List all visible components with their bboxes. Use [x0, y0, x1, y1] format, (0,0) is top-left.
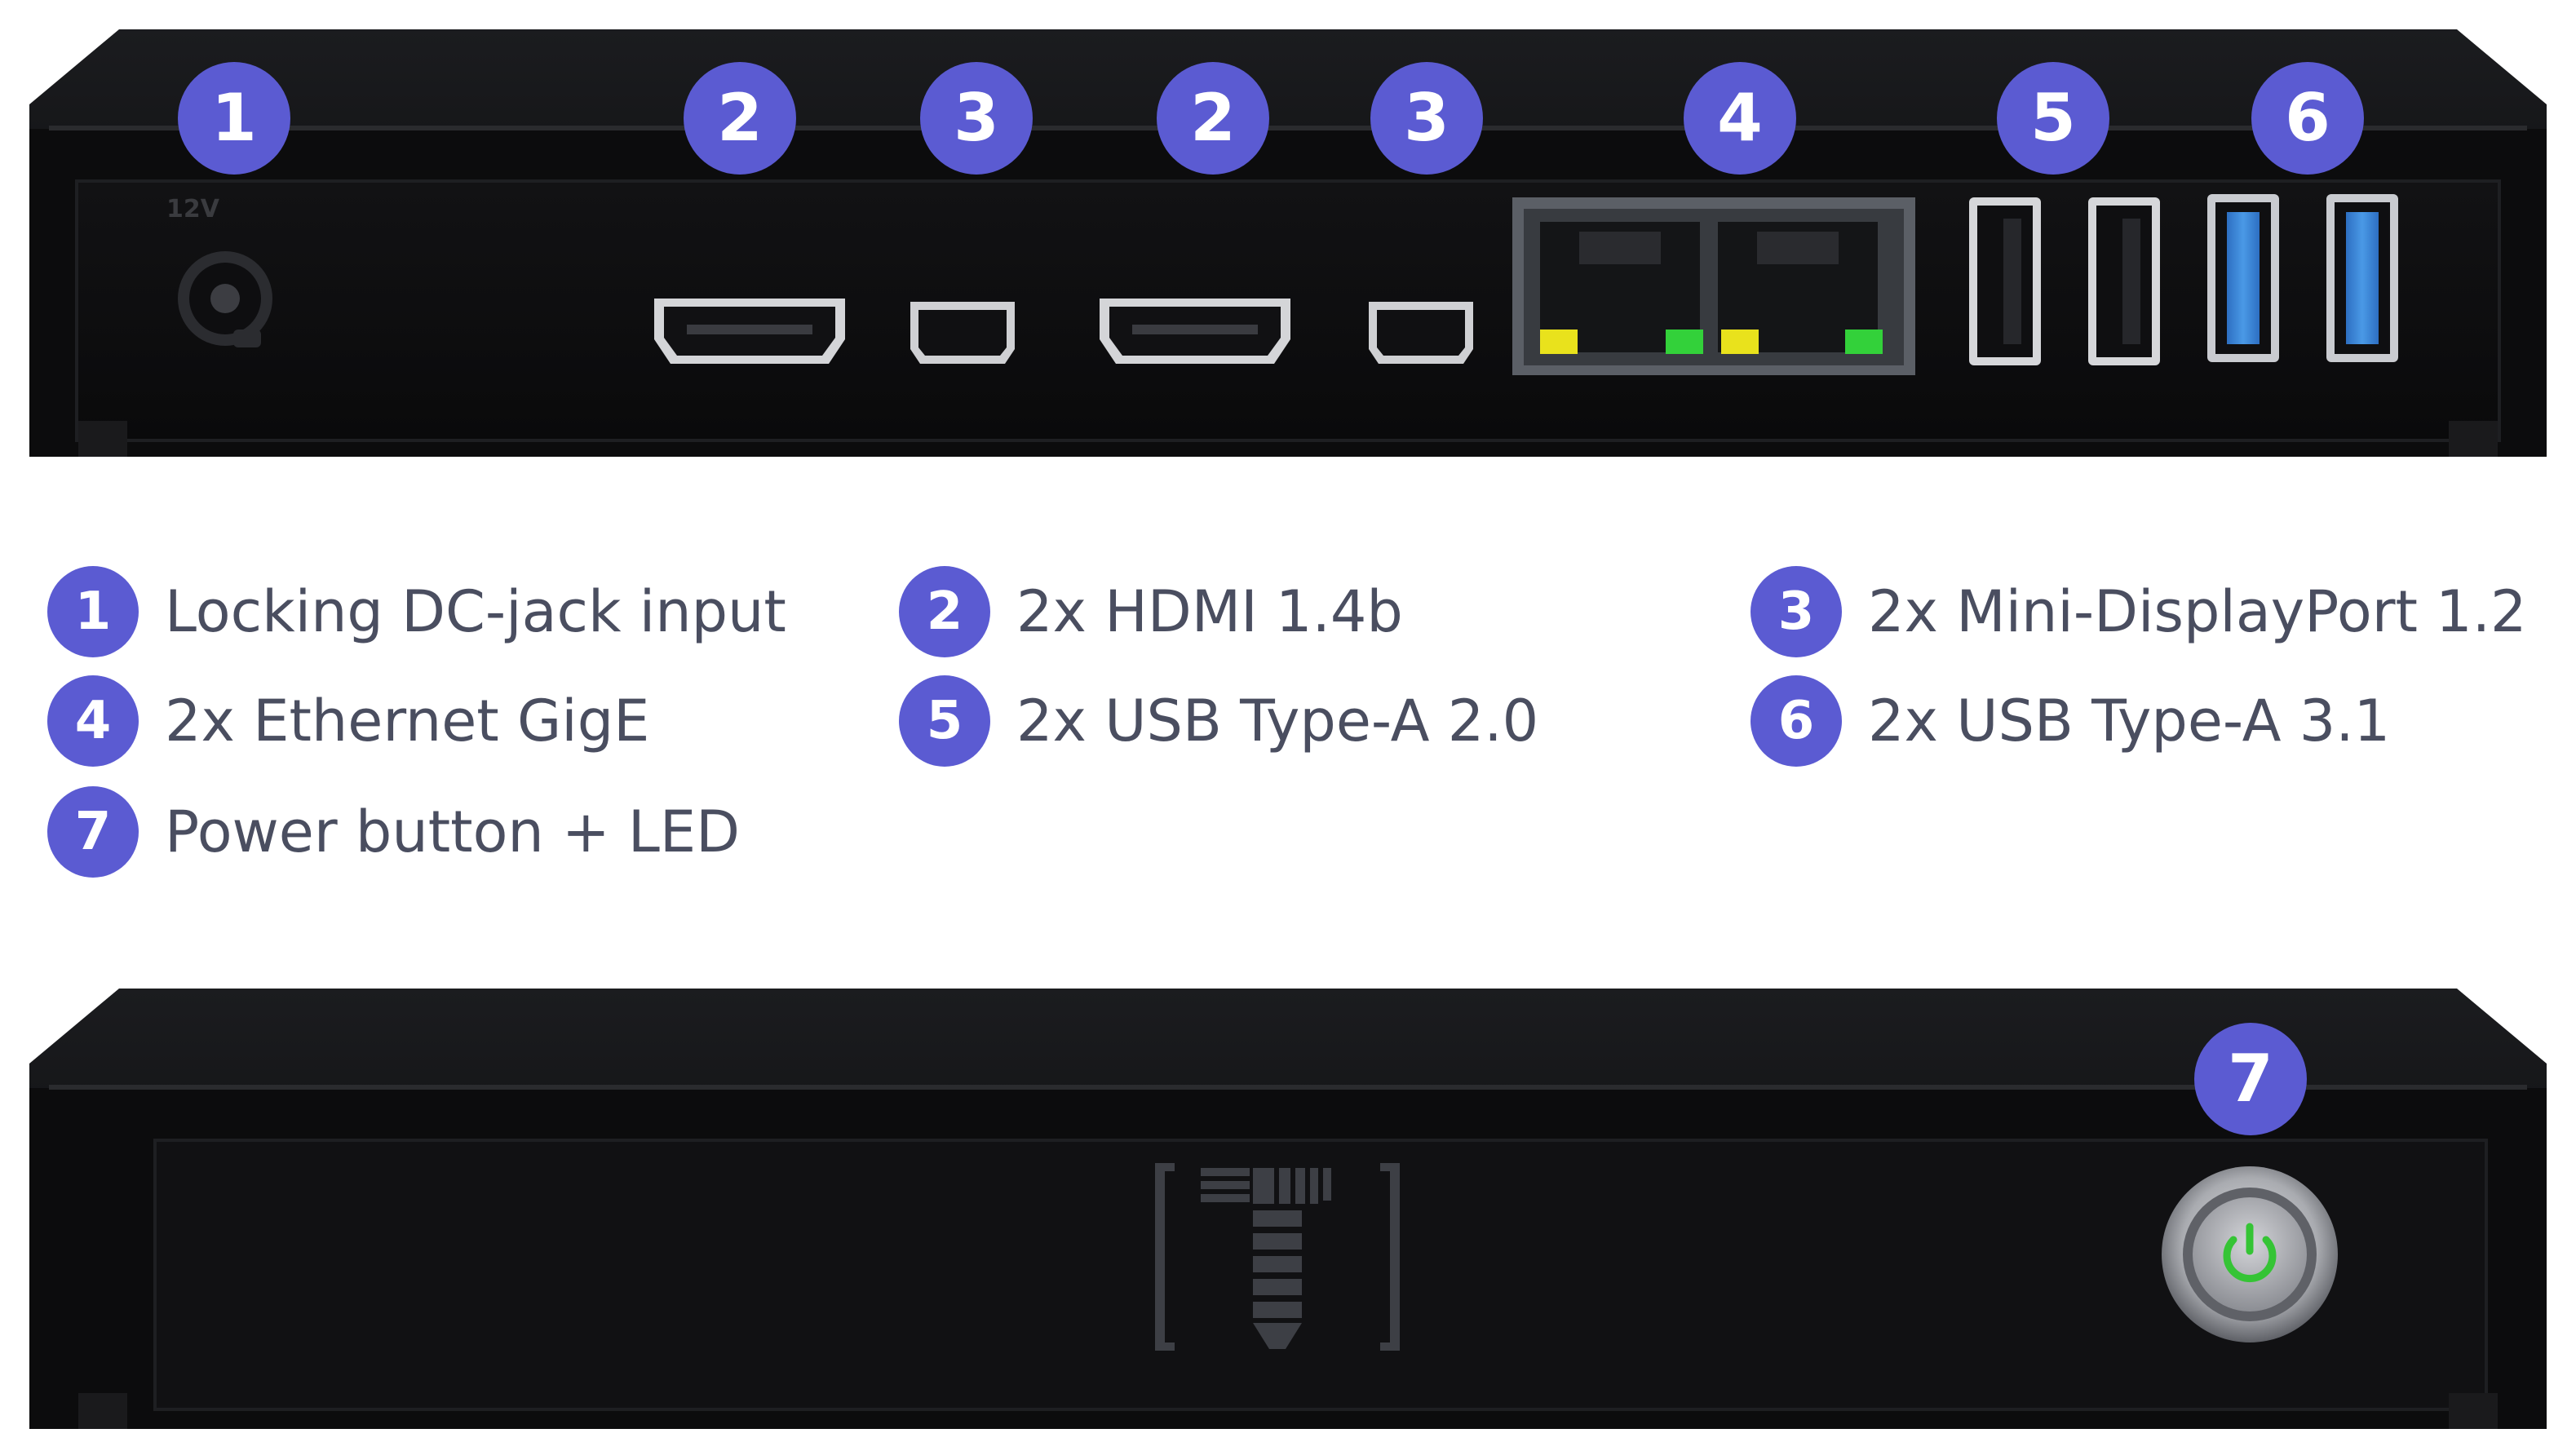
- dc-jack-label: 12V: [166, 195, 220, 223]
- marker-power-button: 7: [2194, 1023, 2307, 1135]
- marker-ethernet: 4: [1684, 62, 1796, 175]
- usb2-port-2: [2088, 197, 2160, 365]
- front-chassis-seam: [49, 1085, 2527, 1090]
- legend-badge: 7: [47, 786, 139, 878]
- chassis-seam: [49, 126, 2527, 130]
- front-panel-illustration: [29, 989, 2547, 1429]
- marker-dc-jack: 1: [178, 62, 290, 175]
- ethernet-1-activity-led: [1540, 330, 1578, 354]
- legend-label: Locking DC-jack input: [165, 578, 786, 645]
- legend-label: 2x HDMI 1.4b: [1016, 578, 1403, 645]
- mini-displayport-1: [910, 302, 1015, 364]
- hdmi-port-2: [1100, 299, 1290, 364]
- usb3-port-2: [2326, 194, 2398, 362]
- legend-label: 2x USB Type-A 2.0: [1016, 688, 1539, 754]
- marker-hdmi-1: 2: [684, 62, 796, 175]
- marker-minidp-2: 3: [1370, 62, 1483, 175]
- ethernet-1-link-led: [1666, 330, 1703, 354]
- left-foot: [78, 421, 127, 457]
- front-panel: 7: [29, 989, 2547, 1429]
- legend-badge: 1: [47, 566, 139, 657]
- usb2-port-1: [1969, 197, 2041, 365]
- front-left-foot: [78, 1393, 127, 1429]
- marker-hdmi-2: 2: [1157, 62, 1269, 175]
- front-right-foot: [2449, 1393, 2498, 1429]
- power-button[interactable]: [2162, 1166, 2338, 1342]
- ethernet-2-link-led: [1845, 330, 1883, 354]
- legend-badge: 4: [47, 675, 139, 767]
- marker-minidp-1: 3: [920, 62, 1033, 175]
- legend-badge: 3: [1751, 566, 1842, 657]
- ethernet-2-activity-led: [1721, 330, 1759, 354]
- legend-label: 2x Ethernet GigE: [165, 688, 650, 754]
- rear-panel-illustration: 12V: [29, 29, 2547, 457]
- legend-label: 2x Mini-DisplayPort 1.2: [1868, 578, 2527, 645]
- mini-displayport-2: [1369, 302, 1473, 364]
- legend-badge: 2: [899, 566, 990, 657]
- right-foot: [2449, 421, 2498, 457]
- marker-usb3: 6: [2251, 62, 2364, 175]
- hdmi-port-1: [654, 299, 845, 364]
- rear-panel: 12V 1 2 3 2 3 4 5 6: [29, 29, 2547, 457]
- legend-badge: 6: [1751, 675, 1842, 767]
- legend-label: Power button + LED: [165, 798, 741, 865]
- usb3-port-1: [2207, 194, 2279, 362]
- ethernet-ports: [1512, 197, 1915, 375]
- front-face: [155, 1140, 2486, 1409]
- marker-usb2: 5: [1997, 62, 2109, 175]
- legend-label: 2x USB Type-A 3.1: [1868, 688, 2391, 754]
- legend-badge: 5: [899, 675, 990, 767]
